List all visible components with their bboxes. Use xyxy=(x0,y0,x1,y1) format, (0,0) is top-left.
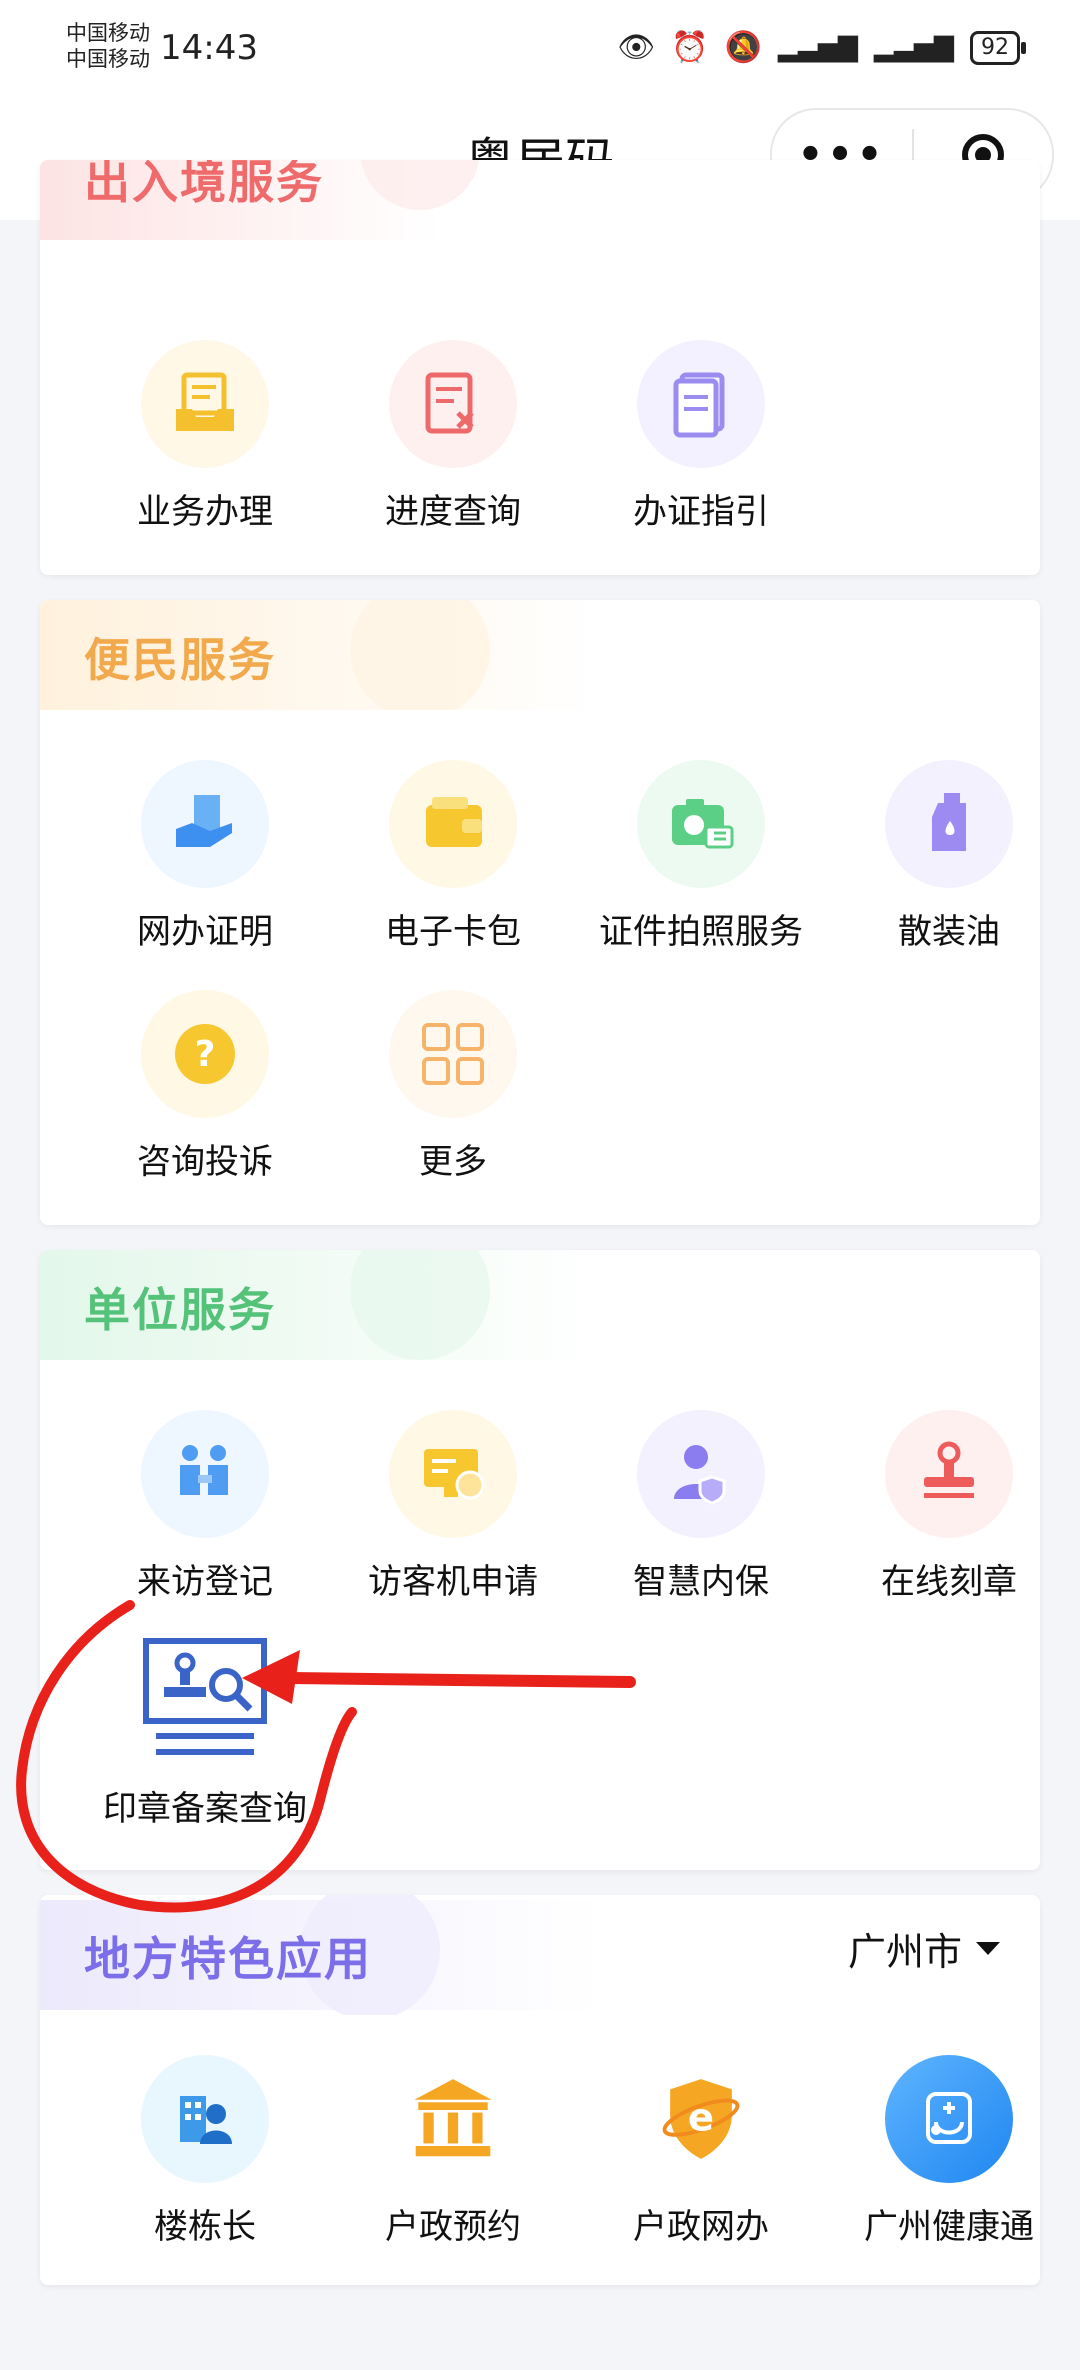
service-online-certificate[interactable]: 网办证明 xyxy=(80,760,330,953)
document-x-icon xyxy=(389,340,517,468)
eye-icon: 👁 xyxy=(617,30,656,65)
signal-2-icon: ▂▃▅▇ xyxy=(874,32,954,63)
service-smart-security[interactable]: 智慧内保 xyxy=(576,1410,826,1603)
carrier-1: 中国移动 xyxy=(66,21,150,45)
inbox-icon xyxy=(141,340,269,468)
service-label: 户政预约 xyxy=(385,2207,521,2247)
section-title: 地方特色应用 xyxy=(84,1932,372,1986)
service-seal-record-query[interactable]: 印章备案查询 xyxy=(80,1635,330,1830)
service-consult-complaint[interactable]: ? 咨询投诉 xyxy=(80,990,330,1183)
city-selector[interactable]: 广州市 xyxy=(848,1921,1000,1976)
question-icon: ? xyxy=(141,990,269,1118)
service-label: 业务办理 xyxy=(137,492,273,532)
service-label: 户政网办 xyxy=(633,2207,769,2247)
oil-bottle-icon xyxy=(885,760,1013,888)
hand-document-icon xyxy=(141,760,269,888)
camera-icon xyxy=(637,760,765,888)
service-label: 智慧内保 xyxy=(633,1562,769,1602)
service-guangzhou-health[interactable]: 广州健康通 xyxy=(824,2055,1040,2248)
building-user-icon xyxy=(141,2055,269,2183)
status-bar: 中国移动 中国移动 14:43 👁 ⏰ 🔕 ▂▃▅▇ ▂▃▅▇ 92 xyxy=(0,0,1080,100)
service-household-appointment[interactable]: 户政预约 xyxy=(328,2055,578,2248)
guide-book-icon xyxy=(637,340,765,468)
status-time: 14:43 xyxy=(160,28,258,68)
chevron-down-icon xyxy=(976,1942,1000,1955)
service-label: 散装油 xyxy=(898,912,1000,952)
carrier-info: 中国移动 中国移动 xyxy=(66,20,150,72)
section-local-apps: 地方特色应用 广州市 楼栋长 户政预约 e 户政网办 广州健康通 xyxy=(40,1895,1040,2285)
section-title: 便民服务 xyxy=(84,633,276,687)
service-bulk-oil[interactable]: 散装油 xyxy=(824,760,1040,953)
service-label: 更多 xyxy=(419,1142,487,1182)
service-label: 楼栋长 xyxy=(154,2207,256,2247)
service-online-seal[interactable]: 在线刻章 xyxy=(824,1410,1040,1603)
service-label: 访客机申请 xyxy=(368,1562,538,1602)
svg-text:e: e xyxy=(688,2096,714,2141)
city-label: 广州市 xyxy=(847,1930,962,1974)
service-business-handling[interactable]: 业务办理 xyxy=(80,340,330,533)
service-visitor-machine[interactable]: 访客机申请 xyxy=(328,1410,578,1603)
government-building-icon xyxy=(389,2055,517,2183)
section-unit-services: 单位服务 来访登记 访客机申请 智慧内保 在线刻章 印章备案查询 xyxy=(40,1250,1040,1870)
alarm-icon: ⏰ xyxy=(671,30,709,65)
grid-icon xyxy=(389,990,517,1118)
carrier-2: 中国移动 xyxy=(66,47,150,71)
battery-indicator: 92 xyxy=(970,30,1026,65)
service-label: 来访登记 xyxy=(137,1562,273,1602)
service-label: 印章备案查询 xyxy=(103,1789,307,1829)
mute-icon: 🔕 xyxy=(724,30,763,65)
service-household-online[interactable]: e 户政网办 xyxy=(576,2055,826,2248)
service-progress-query[interactable]: 进度查询 xyxy=(328,340,578,533)
service-label: 进度查询 xyxy=(385,492,521,532)
service-label: 网办证明 xyxy=(137,912,273,952)
service-id-photo[interactable]: 证件拍照服务 xyxy=(576,760,826,953)
service-label: 办证指引 xyxy=(633,492,769,532)
service-more[interactable]: 更多 xyxy=(328,990,578,1183)
signal-icon: ▂▃▅▇ xyxy=(778,32,859,63)
section-civil-services: 便民服务 网办证明 电子卡包 证件拍照服务 散装油 ? 咨询投诉 更多 xyxy=(40,600,1040,1225)
service-label: 证件拍照服务 xyxy=(599,912,803,952)
guard-badge-icon xyxy=(637,1410,765,1538)
section-exit-entry: 出入境服务 业务办理 进度查询 办证指引 xyxy=(40,160,1040,575)
stamp-icon xyxy=(885,1410,1013,1538)
wallet-icon xyxy=(389,760,517,888)
service-visitor-registration[interactable]: 来访登记 xyxy=(80,1410,330,1603)
e-shield-icon: e xyxy=(637,2055,765,2183)
section-title: 出入境服务 xyxy=(84,160,324,209)
service-certificate-guide[interactable]: 办证指引 xyxy=(576,340,826,533)
service-label: 在线刻章 xyxy=(881,1562,1017,1602)
service-label: 广州健康通 xyxy=(864,2207,1034,2247)
status-icons: 👁 ⏰ 🔕 ▂▃▅▇ ▂▃▅▇ 92 xyxy=(617,30,1026,65)
monitor-user-icon xyxy=(389,1410,517,1538)
health-stethoscope-icon xyxy=(885,2055,1013,2183)
service-label: 咨询投诉 xyxy=(137,1142,273,1182)
service-label: 电子卡包 xyxy=(385,912,521,952)
service-e-wallet[interactable]: 电子卡包 xyxy=(328,760,578,953)
section-title: 单位服务 xyxy=(84,1283,276,1337)
seal-search-icon xyxy=(140,1635,270,1765)
svg-text:?: ? xyxy=(195,1034,216,1075)
handshake-people-icon xyxy=(141,1410,269,1538)
service-building-manager[interactable]: 楼栋长 xyxy=(80,2055,330,2248)
